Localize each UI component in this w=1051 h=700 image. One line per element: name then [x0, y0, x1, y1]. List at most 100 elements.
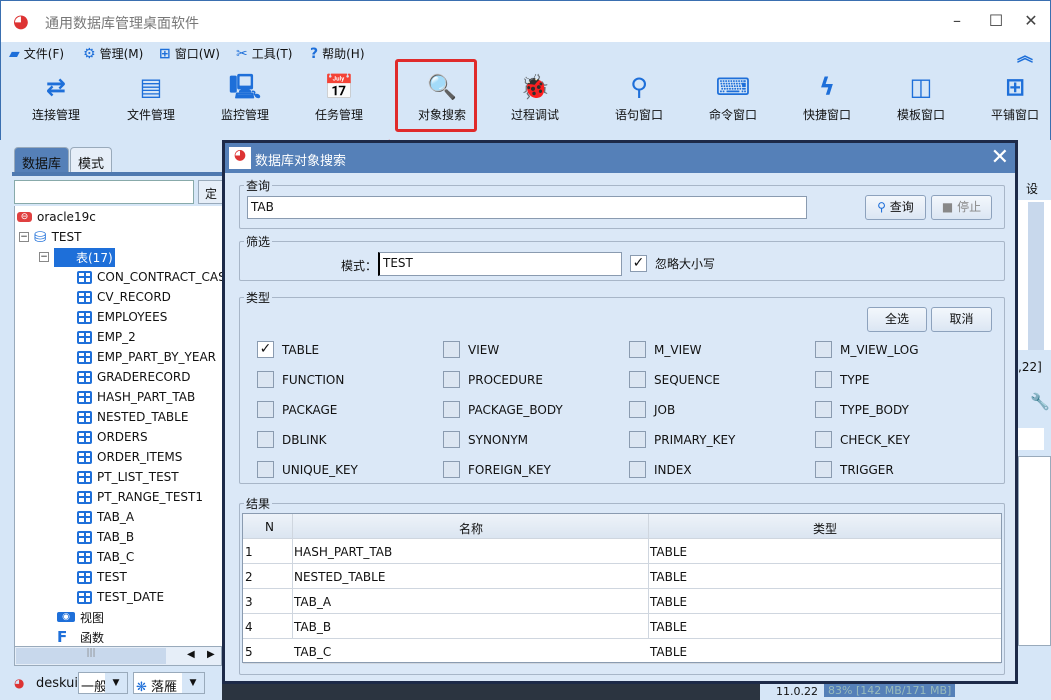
- search-button[interactable]: ⚲ 查询: [865, 195, 926, 220]
- file-manage-button[interactable]: ▤ 文件管理: [106, 72, 196, 123]
- scroll-thumb[interactable]: |||: [16, 648, 166, 664]
- type-checkbox-package-body[interactable]: PACKAGE_BODY: [443, 401, 563, 418]
- node-label: NESTED_TABLE: [97, 410, 189, 424]
- menu-bar: ▰ 文件(F) ⚙ 管理(M) ⊞ 窗口(W) ✂ 工具(T) ? 帮助(H) ︽: [0, 42, 1051, 66]
- table-row[interactable]: 5 TAB_C TABLE: [243, 639, 1001, 664]
- tree-table-item[interactable]: PT_RANGE_TEST1: [77, 487, 203, 507]
- tree-views-node[interactable]: ◉ 视图: [57, 607, 104, 627]
- connection-manage-button[interactable]: ⇄ 连接管理: [11, 72, 101, 123]
- settings-label[interactable]: 设: [1026, 180, 1038, 197]
- type-checkbox-check-key[interactable]: CHECK_KEY: [815, 431, 910, 448]
- statement-window-button[interactable]: ⚲ 语句窗口: [594, 72, 684, 123]
- tree-functions-node[interactable]: F 函数: [57, 627, 104, 646]
- tab-database[interactable]: 数据库: [14, 147, 70, 173]
- table-row[interactable]: 4 TAB_B TABLE: [243, 614, 1001, 639]
- tree-table-item[interactable]: TEST: [77, 567, 127, 587]
- table-row[interactable]: 2 NESTED_TABLE TABLE: [243, 564, 1001, 589]
- type-checkbox-unique-key[interactable]: UNIQUE_KEY: [257, 461, 358, 478]
- task-manage-button[interactable]: 📅 任务管理: [294, 72, 384, 123]
- schema-input[interactable]: TEST: [378, 252, 622, 276]
- tree-table-item[interactable]: HASH_PART_TAB: [77, 387, 195, 407]
- monitor-manage-button[interactable]: 🖳 监控管理: [200, 72, 290, 123]
- select-all-button[interactable]: 全选: [867, 307, 927, 332]
- type-checkbox-function[interactable]: FUNCTION: [257, 371, 344, 388]
- tree-connection[interactable]: ⊖ oracle19c: [17, 207, 96, 227]
- tab-schema[interactable]: 模式: [70, 147, 113, 173]
- type-checkbox-primary-key[interactable]: PRIMARY_KEY: [629, 431, 735, 448]
- vertical-scrollbar[interactable]: [1028, 202, 1044, 350]
- dialog-title-bar[interactable]: ◕ 数据库对象搜索 ✕: [225, 143, 1015, 173]
- tree-table-item[interactable]: PT_LIST_TEST: [77, 467, 179, 487]
- menu-help[interactable]: ? 帮助(H): [310, 45, 365, 62]
- menu-window[interactable]: ⊞ 窗口(W): [159, 45, 220, 62]
- table-row[interactable]: 1 HASH_PART_TAB TABLE: [243, 539, 1001, 564]
- input-peek[interactable]: [1018, 428, 1044, 450]
- tree-table-item[interactable]: ORDERS: [77, 427, 148, 447]
- tree-tables-node[interactable]: − 表(17): [39, 247, 115, 267]
- collapse-toggle[interactable]: −: [19, 232, 29, 242]
- collapse-icon[interactable]: ︽: [1017, 42, 1033, 66]
- type-checkbox-sequence[interactable]: SEQUENCE: [629, 371, 720, 388]
- column-header-type[interactable]: 类型: [813, 520, 837, 537]
- dialog-close-button[interactable]: ✕: [991, 145, 1009, 170]
- tree-table-item[interactable]: EMP_PART_BY_YEAR: [77, 347, 216, 367]
- cell-name: TAB_A: [294, 595, 332, 609]
- memory-indicator: 83% [142 MB/171 MB]: [824, 684, 956, 697]
- minimize-button[interactable]: –: [947, 11, 967, 30]
- type-checkbox-job[interactable]: JOB: [629, 401, 675, 418]
- stop-button[interactable]: ■ 停止: [931, 195, 992, 220]
- procedure-debug-button[interactable]: 🐞 过程调试: [490, 72, 580, 123]
- tree-filter-input[interactable]: [14, 180, 194, 204]
- type-checkbox-type-body[interactable]: TYPE_BODY: [815, 401, 909, 418]
- ignore-case-checkbox[interactable]: ✓ 忽略大小写: [630, 255, 715, 272]
- type-checkbox-package[interactable]: PACKAGE: [257, 401, 337, 418]
- type-checkbox-trigger[interactable]: TRIGGER: [815, 461, 894, 478]
- menu-file[interactable]: ▰ 文件(F): [9, 45, 64, 62]
- tree-database[interactable]: − ⛁ TEST: [19, 227, 81, 247]
- table-row[interactable]: 3 TAB_A TABLE: [243, 589, 1001, 614]
- template-window-button[interactable]: ◫ 模板窗口: [876, 72, 966, 123]
- collapse-toggle[interactable]: −: [39, 252, 49, 262]
- type-checkbox-index[interactable]: INDEX: [629, 461, 692, 478]
- tree-table-item[interactable]: NESTED_TABLE: [77, 407, 188, 427]
- scroll-left-icon[interactable]: ◀: [187, 649, 195, 660]
- wrench-icon[interactable]: 🔧: [1030, 392, 1050, 411]
- tree-table-item[interactable]: GRADERECORD: [77, 367, 191, 387]
- command-window-button[interactable]: ⌨ 命令窗口: [688, 72, 778, 123]
- column-header-n[interactable]: N: [265, 520, 274, 534]
- type-checkbox-m-view-log[interactable]: M_VIEW_LOG: [815, 341, 919, 358]
- type-checkbox-synonym[interactable]: SYNONYM: [443, 431, 528, 448]
- tree-horizontal-scrollbar[interactable]: ||| ◀ ▶: [14, 646, 222, 666]
- type-checkbox-procedure[interactable]: PROCEDURE: [443, 371, 543, 388]
- column-header-name[interactable]: 名称: [459, 520, 483, 537]
- tree-table-item[interactable]: TAB_C: [77, 547, 134, 567]
- type-checkbox-type[interactable]: TYPE: [815, 371, 869, 388]
- tree-table-item[interactable]: TAB_B: [77, 527, 134, 547]
- tile-window-button[interactable]: ⊞ 平铺窗口: [970, 72, 1051, 123]
- mode-select[interactable]: 一般 ▼: [78, 672, 128, 695]
- tree-table-item[interactable]: TEST_DATE: [77, 587, 164, 607]
- tree-table-item[interactable]: ORDER_ITEMS: [77, 447, 182, 467]
- scroll-right-icon[interactable]: ▶: [207, 649, 215, 660]
- type-checkbox-m-view[interactable]: M_VIEW: [629, 341, 702, 358]
- chevron-down-icon[interactable]: ▼: [105, 673, 127, 693]
- type-checkbox-foreign-key[interactable]: FOREIGN_KEY: [443, 461, 551, 478]
- menu-tools[interactable]: ✂ 工具(T): [236, 45, 292, 62]
- tree-table-item[interactable]: EMP_2: [77, 327, 136, 347]
- tree-table-item[interactable]: EMPLOYEES: [77, 307, 167, 327]
- close-button[interactable]: ✕: [1021, 11, 1041, 30]
- tree-table-item[interactable]: CON_CONTRACT_CAS: [77, 267, 222, 287]
- query-input[interactable]: TAB: [247, 196, 807, 219]
- type-checkbox-table[interactable]: ✓ TABLE: [257, 341, 319, 358]
- menu-manage[interactable]: ⚙ 管理(M): [83, 45, 143, 62]
- shortcut-window-button[interactable]: ϟ 快捷窗口: [782, 72, 872, 123]
- theme-select[interactable]: ❋ 落雁 ▼: [133, 672, 205, 695]
- type-checkbox-view[interactable]: VIEW: [443, 341, 499, 358]
- tree-table-item[interactable]: CV_RECORD: [77, 287, 171, 307]
- type-checkbox-dblink[interactable]: DBLINK: [257, 431, 327, 448]
- object-tree[interactable]: ⊖ oracle19c − ⛁ TEST − 表(17) CON_CONTRACT_CA…: [14, 206, 222, 646]
- chevron-down-icon[interactable]: ▼: [182, 673, 204, 693]
- tree-table-item[interactable]: TAB_A: [77, 507, 134, 527]
- cancel-selection-button[interactable]: 取消: [931, 307, 992, 332]
- maximize-button[interactable]: ☐: [986, 11, 1006, 30]
